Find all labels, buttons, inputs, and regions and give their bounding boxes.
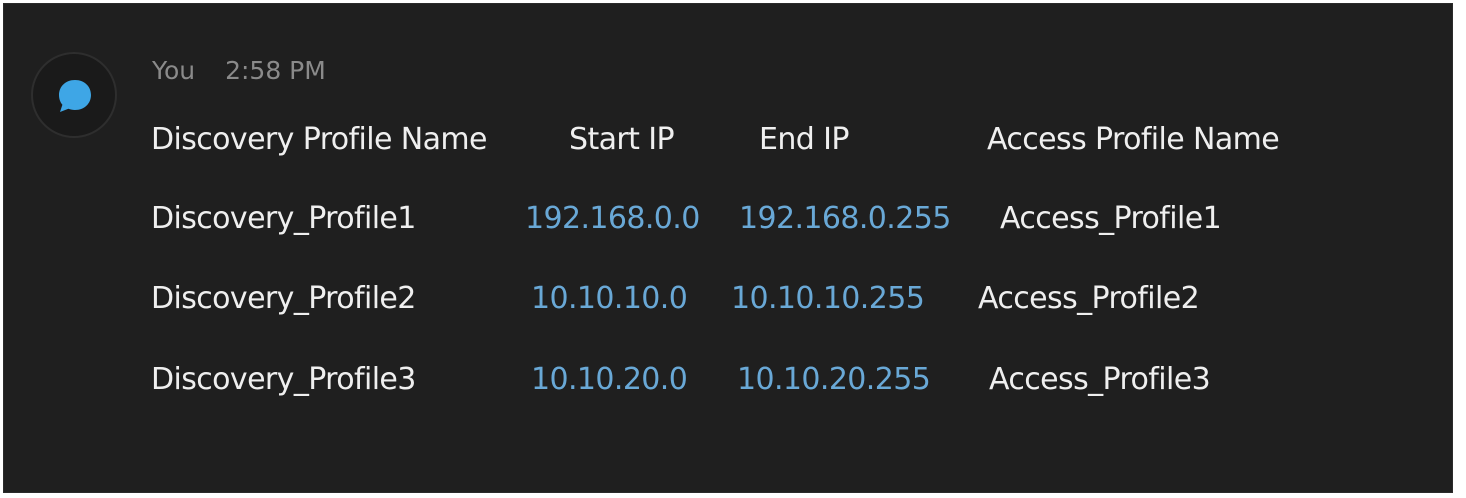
discovery-profile-name-cell: Discovery_Profile3 xyxy=(151,362,416,397)
column-header-discovery-profile-name: Discovery Profile Name xyxy=(151,122,487,157)
column-header-access-profile-name: Access Profile Name xyxy=(987,122,1280,157)
end-ip-cell: 10.10.10.255 xyxy=(731,281,925,316)
end-ip-cell: 192.168.0.255 xyxy=(739,201,951,236)
discovery-profile-name-cell: Discovery_Profile1 xyxy=(151,201,416,236)
discovery-profile-name-cell: Discovery_Profile2 xyxy=(151,281,416,316)
author-name: You xyxy=(152,56,196,85)
chat-bubble-icon xyxy=(59,80,91,112)
message-timestamp: 2:58 PM xyxy=(225,56,326,85)
start-ip-cell: 10.10.20.0 xyxy=(531,362,688,397)
access-profile-name-cell: Access_Profile2 xyxy=(978,281,1200,316)
start-ip-cell: 10.10.10.0 xyxy=(531,281,688,316)
avatar[interactable] xyxy=(31,52,117,138)
end-ip-cell: 10.10.20.255 xyxy=(737,362,931,397)
column-header-start-ip: Start IP xyxy=(569,122,675,157)
chat-message-panel: You 2:58 PM Discovery Profile Name Start … xyxy=(3,3,1453,493)
access-profile-name-cell: Access_Profile1 xyxy=(1000,201,1222,236)
message-header: You 2:58 PM xyxy=(152,56,326,85)
column-header-end-ip: End IP xyxy=(759,122,849,157)
access-profile-name-cell: Access_Profile3 xyxy=(989,362,1211,397)
start-ip-cell: 192.168.0.0 xyxy=(525,201,700,236)
